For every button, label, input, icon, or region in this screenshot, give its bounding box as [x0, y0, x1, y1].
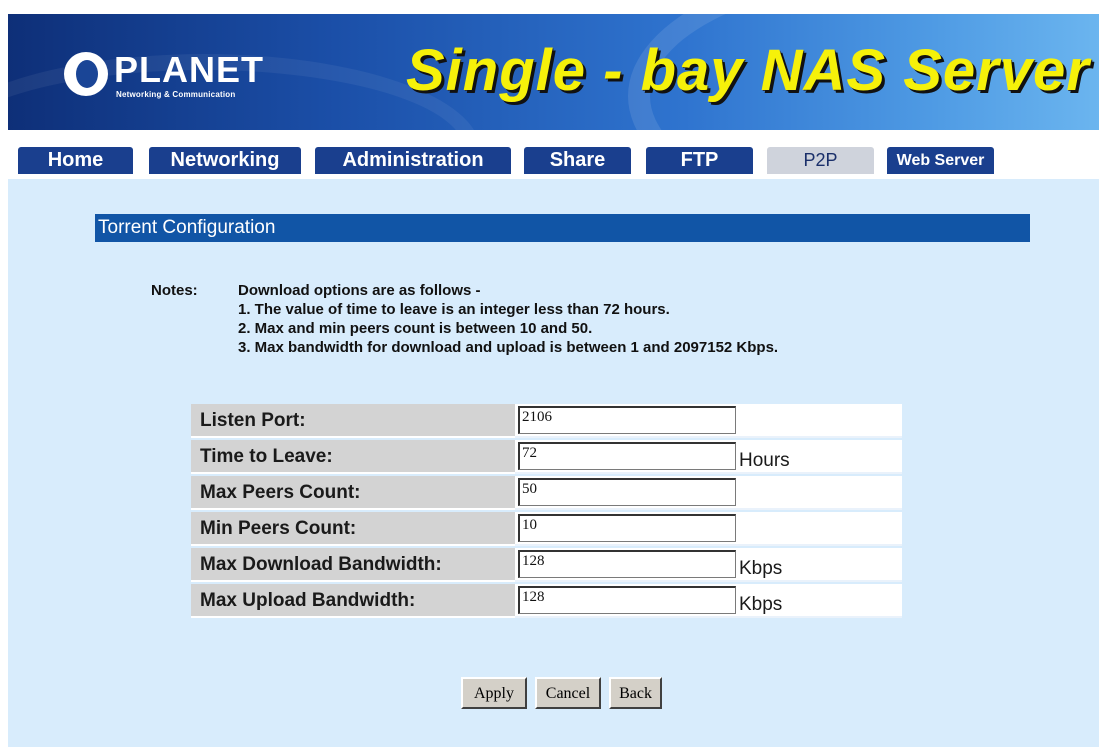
max-upload-label: Max Upload Bandwidth: [191, 584, 515, 618]
max-upload-unit: Kbps [739, 594, 783, 615]
tab-web-server[interactable]: Web Server [887, 147, 994, 174]
tab-networking[interactable]: Networking [149, 147, 301, 174]
form-value-cell: Hours [515, 440, 902, 474]
logo-tagline: Networking & Communication [116, 90, 236, 99]
form-row-time-to-leave: Time to Leave: Hours [191, 440, 902, 476]
form-value-cell: Kbps [515, 548, 902, 582]
form-row-max-upload: Max Upload Bandwidth: Kbps [191, 584, 902, 620]
product-title: Single - bay NAS Server [406, 38, 1090, 103]
max-peers-input[interactable] [518, 478, 736, 506]
min-peers-label: Min Peers Count: [191, 512, 515, 546]
planet-logo-icon [64, 52, 108, 96]
tab-administration[interactable]: Administration [315, 147, 511, 174]
tab-home[interactable]: Home [18, 147, 133, 174]
notes-lines: Download options are as follows - 1. The… [238, 281, 778, 357]
notes-line: 2. Max and min peers count is between 10… [238, 320, 593, 337]
section-title: Torrent Configuration [95, 214, 1030, 242]
tab-ftp[interactable]: FTP [646, 147, 753, 174]
header-banner: PLANET Networking & Communication Single… [8, 14, 1099, 130]
planet-logo: PLANET Networking & Communication [64, 50, 274, 106]
main-content: Torrent Configuration Notes: Download op… [8, 179, 1099, 747]
notes-line: Download options are as follows - [238, 282, 481, 299]
max-download-label: Max Download Bandwidth: [191, 548, 515, 582]
back-button[interactable]: Back [609, 677, 662, 709]
form-value-cell [515, 404, 902, 438]
apply-button[interactable]: Apply [461, 677, 527, 709]
time-to-leave-unit: Hours [739, 450, 790, 471]
form-row-min-peers: Min Peers Count: [191, 512, 902, 548]
max-download-unit: Kbps [739, 558, 783, 579]
form-row-listen-port: Listen Port: [191, 404, 902, 440]
max-peers-label: Max Peers Count: [191, 476, 515, 510]
notes-line: 1. The value of time to leave is an inte… [238, 301, 670, 318]
listen-port-label: Listen Port: [191, 404, 515, 438]
form-value-cell [515, 476, 902, 510]
listen-port-input[interactable] [518, 406, 736, 434]
main-nav-tabs: Home Networking Administration Share FTP… [0, 131, 1099, 179]
logo-text: PLANET [114, 49, 264, 90]
form-row-max-peers: Max Peers Count: [191, 476, 902, 512]
cancel-button[interactable]: Cancel [535, 677, 601, 709]
form-row-max-download: Max Download Bandwidth: Kbps [191, 548, 902, 584]
min-peers-input[interactable] [518, 514, 736, 542]
time-to-leave-input[interactable] [518, 442, 736, 470]
form-value-cell [515, 512, 902, 546]
notes-label: Notes: [151, 282, 198, 299]
notes-line: 3. Max bandwidth for download and upload… [238, 339, 779, 356]
max-upload-input[interactable] [518, 586, 736, 614]
time-to-leave-label: Time to Leave: [191, 440, 515, 474]
max-download-input[interactable] [518, 550, 736, 578]
tab-p2p[interactable]: P2P [767, 147, 874, 174]
form-value-cell: Kbps [515, 584, 902, 618]
tab-share[interactable]: Share [524, 147, 631, 174]
torrent-config-form: Listen Port: Time to Leave: Hours Max Pe… [191, 404, 902, 620]
